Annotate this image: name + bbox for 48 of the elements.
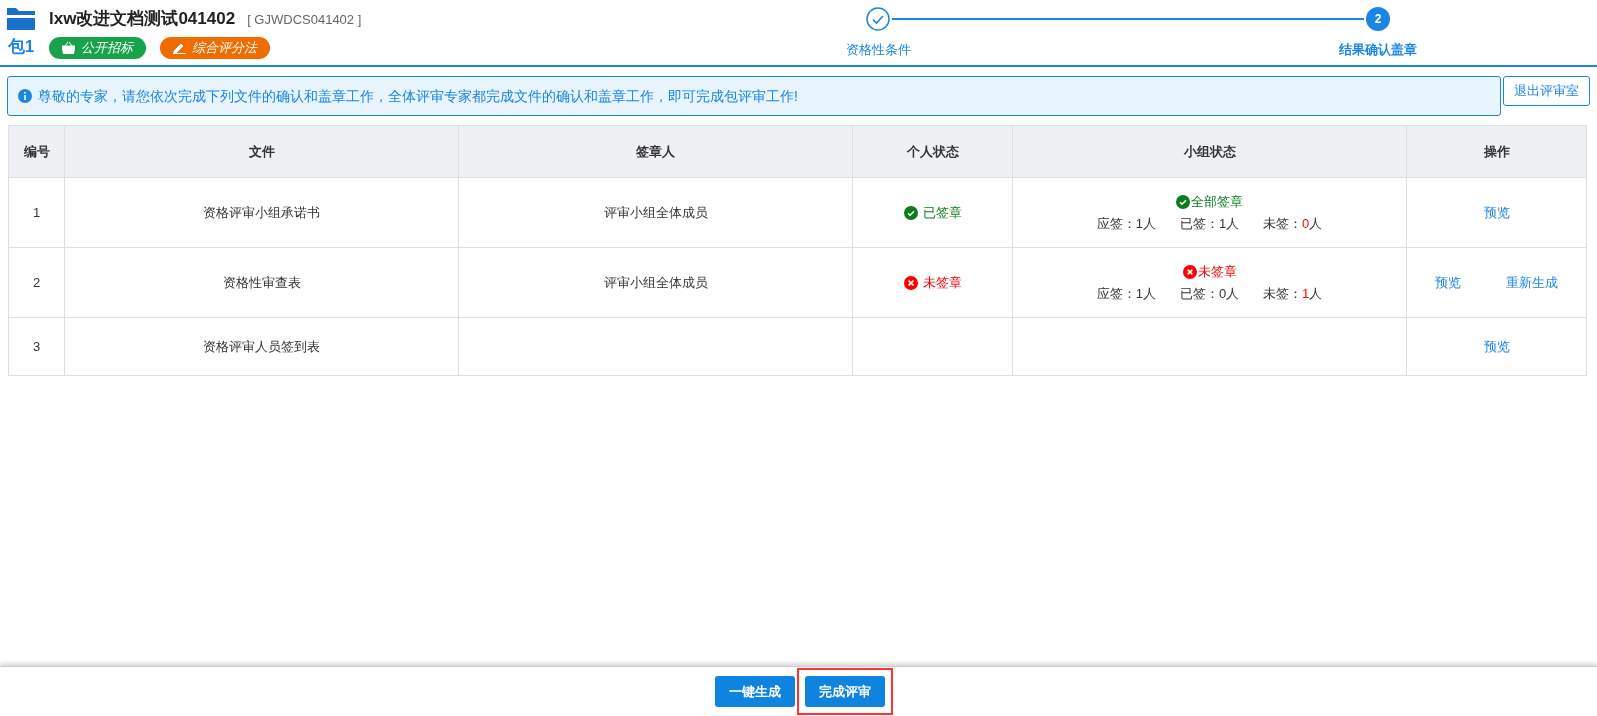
- status-check-icon: [1176, 194, 1190, 209]
- notice-text: 尊敬的专家，请您依次完成下列文件的确认和盖章工作，全体评审专家都完成文件的确认和盖章工作，即可完成包评审工作!: [38, 86, 798, 106]
- sign-count: 应签：1人: [1096, 284, 1156, 303]
- step-number: 2: [1366, 7, 1390, 31]
- file-name: 资格评审人员签到表: [203, 337, 320, 356]
- exit-button[interactable]: 退出评审室: [1503, 76, 1590, 106]
- footer-button[interactable]: 一键生成: [714, 676, 795, 707]
- row-number: 3: [32, 337, 41, 356]
- project-title: lxw改进文档测试041402: [49, 8, 236, 30]
- action-link[interactable]: 重新生成: [1505, 272, 1558, 293]
- project-code: [ GJWDCS041402 ]: [247, 11, 362, 29]
- column-header: 操作: [1406, 126, 1586, 177]
- pencil-icon: [173, 41, 186, 54]
- tag: 公开招标: [49, 36, 146, 59]
- file-name: 资格性审查表: [222, 273, 301, 292]
- package-label: 包1: [7, 36, 35, 58]
- column-header: 文件: [64, 126, 458, 177]
- signer: 评审小组全体成员: [603, 203, 708, 222]
- status-check-icon: [903, 205, 918, 220]
- status-cross-icon: [903, 275, 918, 290]
- sign-count: 已签：1人: [1179, 214, 1240, 233]
- folder-icon: [7, 6, 35, 30]
- sign-count: 未签：0人: [1263, 214, 1323, 233]
- sign-count: 已签：0人: [1179, 284, 1240, 303]
- group-status: 全部签章: [1176, 192, 1243, 212]
- personal-status: 未签章: [903, 272, 962, 293]
- basket-icon: [62, 41, 75, 54]
- step-label: 资格性条件: [845, 41, 911, 59]
- status-cross-icon: [1182, 264, 1197, 279]
- action-link[interactable]: 预览: [1483, 202, 1510, 223]
- sign-count: 未签：1人: [1263, 284, 1323, 303]
- column-header: 编号: [22, 142, 51, 161]
- tag: 综合评分法: [160, 36, 270, 59]
- action-link[interactable]: 预览: [1435, 272, 1462, 293]
- signer: 评审小组全体成员: [603, 273, 708, 292]
- row-number: 2: [32, 273, 41, 292]
- step-label: 结果确认盖章: [1339, 41, 1417, 59]
- group-status: 未签章: [1182, 262, 1237, 282]
- personal-status: 已签章: [903, 202, 962, 223]
- file-name: 资格评审小组承诺书: [203, 203, 320, 222]
- column-header: 签章人: [458, 126, 852, 177]
- info-icon: [18, 89, 32, 103]
- footer-button[interactable]: 完成评审: [804, 676, 885, 707]
- row-number: 1: [32, 203, 41, 222]
- column-header: 个人状态: [852, 126, 1012, 177]
- column-header: 小组状态: [1012, 126, 1406, 177]
- sign-count: 应签：1人: [1096, 214, 1156, 233]
- action-link[interactable]: 预览: [1483, 336, 1510, 357]
